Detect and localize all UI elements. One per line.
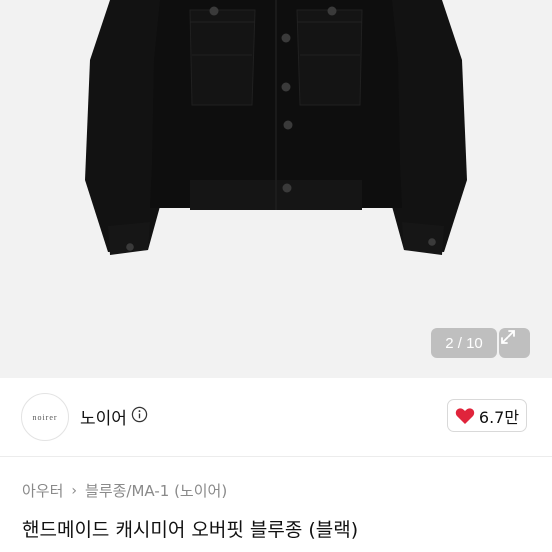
like-button[interactable]: 6.7만	[447, 399, 527, 432]
breadcrumb-item-outer[interactable]: 아우터	[22, 480, 63, 501]
seller-avatar[interactable]: noirer	[21, 393, 69, 441]
breadcrumb: 아우터 › 블루종/MA-1 (노이어)	[22, 480, 227, 501]
product-title: 핸드메이드 캐시미어 오버핏 블루종 (블랙)	[22, 519, 359, 541]
product-image-gallery[interactable]: 2 / 10	[0, 0, 552, 378]
jacket-photo	[85, 0, 467, 255]
divider	[0, 456, 552, 457]
seller-name[interactable]: 노이어	[80, 404, 127, 429]
like-count: 6.7만	[478, 407, 520, 427]
chevron-right-icon: ›	[71, 482, 78, 499]
expand-arrows-icon	[501, 330, 515, 344]
breadcrumb-item-blouson[interactable]: 블루종/MA-1 (노이어)	[85, 480, 227, 501]
info-icon[interactable]	[131, 406, 148, 423]
expand-image-button[interactable]	[499, 328, 530, 358]
image-counter: 2 / 10	[431, 328, 497, 358]
heart-icon	[455, 407, 475, 424]
